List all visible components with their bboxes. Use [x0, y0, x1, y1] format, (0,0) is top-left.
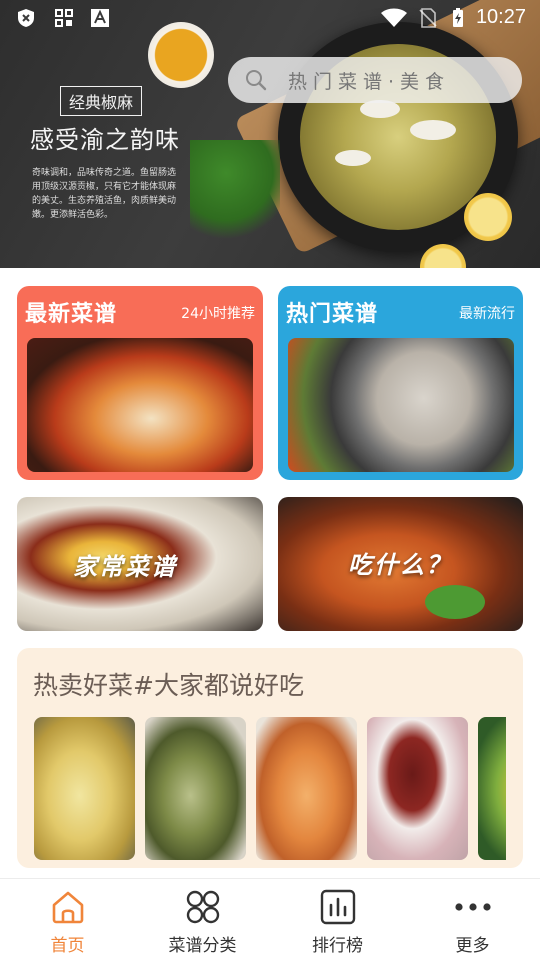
wifi-icon — [381, 8, 407, 27]
search-placeholder: 热门菜谱·美食 — [288, 71, 451, 93]
search-icon — [246, 70, 267, 91]
shield-x-icon — [18, 9, 34, 27]
nav-label: 首页 — [50, 936, 85, 956]
ranking-chart-icon — [320, 889, 355, 925]
status-time: 10:27 — [475, 6, 526, 28]
coriander-image — [190, 140, 280, 250]
hot-recipes-image — [288, 338, 514, 472]
card-subtitle: 最新流行 — [459, 306, 515, 322]
no-sim-icon — [419, 8, 437, 28]
nav-label: 排行榜 — [312, 936, 363, 956]
latest-recipes-image — [27, 338, 253, 472]
nav-label: 更多 — [455, 936, 490, 956]
dish-thumbnail[interactable] — [145, 717, 246, 860]
basil-leaf-image — [425, 585, 485, 619]
fish-slice-image — [335, 150, 371, 166]
tile-label: 吃什么？ — [348, 551, 452, 579]
nav-item-ranking[interactable]: 排行榜 — [270, 879, 405, 960]
home-recipes-tile[interactable]: 家常菜谱 — [17, 497, 263, 631]
home-icon — [52, 891, 83, 924]
fish-slice-image — [410, 120, 456, 140]
section-title: 热卖好菜#大家都说好吃 — [33, 671, 304, 700]
status-bar: 10:27 — [0, 0, 540, 36]
grid-icon — [55, 9, 73, 27]
bottom-nav: 首页 菜谱分类 排行榜 更多 — [0, 878, 540, 960]
dish-thumbnail[interactable] — [367, 717, 468, 860]
battery-charging-icon — [453, 8, 463, 27]
hero-badge: 经典椒麻 — [60, 86, 143, 116]
card-title: 热门菜谱 — [286, 302, 379, 327]
tile-label: 家常菜谱 — [73, 553, 177, 581]
more-dots-icon — [454, 903, 491, 911]
card-subtitle: 24小时推荐 — [181, 306, 255, 322]
category-grid-icon — [186, 890, 219, 924]
nav-item-categories[interactable]: 菜谱分类 — [135, 879, 270, 960]
lemon-slice-image — [464, 193, 512, 241]
nav-item-more[interactable]: 更多 — [405, 879, 540, 960]
dish-thumbnail[interactable] — [478, 717, 506, 860]
nav-item-home[interactable]: 首页 — [0, 879, 135, 960]
hero-description: 奇味调和，品味传奇之道。鱼留肠选用顶级汉源贡椒，只有它才能体现麻的美丈。生态养殖… — [32, 168, 177, 220]
dish-thumbnail[interactable] — [34, 717, 135, 860]
nav-label: 菜谱分类 — [168, 936, 237, 956]
latest-recipes-card[interactable]: 最新菜谱 24小时推荐 — [17, 286, 263, 480]
hot-recipes-card[interactable]: 热门菜谱 最新流行 — [278, 286, 523, 480]
search-bar[interactable]: 热门菜谱·美食 — [228, 57, 522, 103]
what-to-eat-tile[interactable]: 吃什么？ — [278, 497, 523, 631]
hero-banner[interactable]: 经典椒麻 感受渝之韵味 奇味调和，品味传奇之道。鱼留肠选用顶级汉源贡椒，只有它才… — [0, 0, 540, 268]
hot-sellers-section: 热卖好菜#大家都说好吃 — [17, 648, 523, 868]
hero-slogan: 感受渝之韵味 — [30, 126, 180, 154]
hot-sellers-carousel[interactable] — [34, 717, 506, 860]
dish-thumbnail[interactable] — [256, 717, 357, 860]
card-title: 最新菜谱 — [25, 302, 118, 327]
app-badge-icon — [91, 9, 109, 27]
